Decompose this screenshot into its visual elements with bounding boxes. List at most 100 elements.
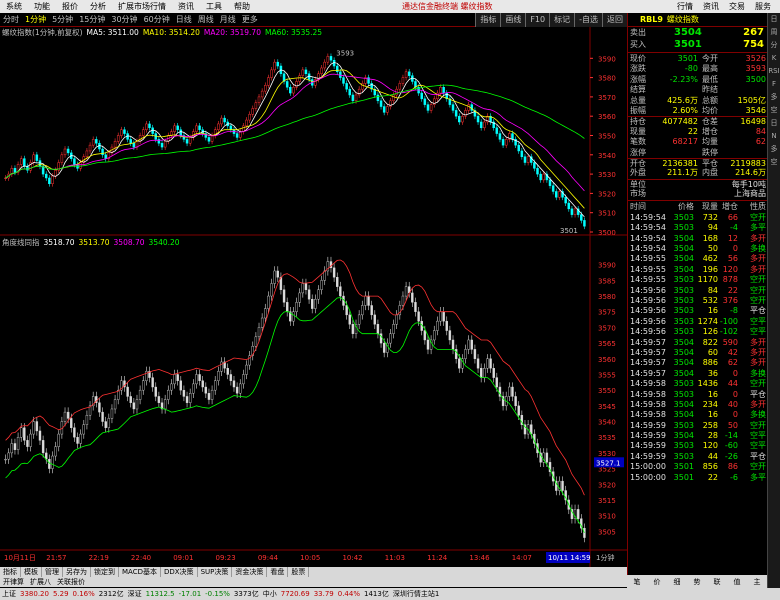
menu-item[interactable]: 报价 (56, 1, 84, 12)
right-tool-button[interactable]: 空 (768, 156, 780, 169)
indicator-tab[interactable]: DDX决策 (161, 567, 198, 577)
sub-bar (138, 389, 142, 400)
indicator-ma20: MA20: 3519.70 (204, 28, 261, 37)
tick-cell: 14:59:54 (630, 212, 666, 222)
tick-cell: 多开 (750, 337, 766, 347)
menu-item[interactable]: 工具 (200, 1, 228, 12)
sub-bar (54, 446, 57, 457)
tool-button[interactable]: 标记 (549, 13, 575, 27)
sub-bar (332, 267, 336, 278)
right-tool-button[interactable]: 日 (768, 117, 780, 130)
indicator-tab[interactable]: MACD基本 (119, 567, 161, 577)
period-button[interactable]: 月线 (217, 14, 239, 25)
right-tool-button[interactable]: 空 (768, 104, 780, 117)
indicator-tab[interactable]: 模板 (21, 567, 42, 577)
menu-item[interactable]: 系统 (0, 1, 28, 12)
sub-bar (442, 311, 445, 322)
period-button[interactable]: 60分钟 (141, 14, 173, 25)
kline-chart[interactable]: 螺纹指数(1分钟,前复权) MA5: 3511.00 MA10: 3514.20 MA… (0, 27, 627, 567)
candle (517, 144, 520, 152)
right-tool-button[interactable]: K (768, 52, 780, 65)
quote-tab[interactable]: 势 (694, 577, 701, 587)
candle (458, 115, 461, 123)
right-tool-button[interactable]: 日 (768, 13, 780, 26)
sub-bar (464, 349, 467, 359)
tick-cell: 462 (702, 254, 718, 264)
quote-tab[interactable]: 值 (734, 577, 741, 587)
tool-button[interactable]: F10 (525, 13, 550, 27)
menu-item[interactable]: 帮助 (228, 1, 256, 12)
menu-right-item[interactable]: 交易 (724, 0, 750, 13)
right-tool-button[interactable]: 多 (768, 91, 780, 104)
indicator-tab[interactable]: 股票 (288, 567, 310, 577)
indicator-tab[interactable]: 锁定到 (91, 567, 119, 577)
period-button[interactable]: 15分钟 (76, 14, 108, 25)
quote-tab[interactable]: 笔 (634, 577, 641, 587)
menu-item[interactable]: 扩展市场行情 (112, 1, 172, 12)
tick-row: 14:59:57 3504 60 42 多开 (628, 348, 767, 358)
period-button[interactable]: 日线 (173, 14, 195, 25)
tool-button[interactable]: 画线 (500, 13, 526, 27)
right-tool-button[interactable]: 分 (768, 39, 780, 52)
menu-item[interactable]: 分析 (84, 1, 112, 12)
menu-bar: 系统 功能 报价 分析 扩展市场行情 资讯 工具 帮助 通达信金融终端 螺纹指数 行情 资讯 交易 服务 (0, 0, 780, 13)
period-button[interactable]: 周线 (195, 14, 217, 25)
indicator-tab[interactable]: 指标 (0, 567, 21, 577)
period-button[interactable]: 分时 (0, 14, 22, 25)
right-tool-button[interactable]: RSI (768, 65, 780, 78)
tick-cell: 62 (727, 358, 738, 368)
sub-bar (176, 374, 179, 381)
indicator-tab[interactable]: SUP决策 (198, 567, 233, 577)
status-item: 上证 (2, 590, 16, 598)
period-button[interactable]: 更多 (239, 14, 261, 25)
quote-label: 结算 (630, 85, 646, 95)
ticks-header-cell: 性质 (750, 202, 766, 212)
period-button[interactable]: 5分钟 (49, 14, 76, 25)
extra-tab[interactable]: 扩展八 (27, 577, 54, 587)
right-tool-button[interactable]: 周 (768, 26, 780, 39)
ticks-header-cell: 现量 (702, 202, 718, 212)
tick-cell: 空平 (750, 316, 766, 326)
right-tool-button[interactable]: N (768, 130, 780, 143)
candle (451, 104, 455, 111)
extra-tab[interactable]: 开律算 (0, 577, 27, 587)
right-tool-button[interactable]: F (768, 78, 780, 91)
tool-button[interactable]: 返回 (602, 13, 627, 27)
quote-label: 今开 (702, 54, 718, 63)
sub-bar (29, 433, 32, 447)
quote-tab[interactable]: 主 (754, 577, 761, 587)
tool-button[interactable]: 指标 (475, 13, 501, 27)
quote-tab[interactable]: 价 (654, 577, 661, 587)
sub-bar (229, 374, 233, 381)
candle (539, 173, 542, 181)
menu-item[interactable]: 资讯 (172, 1, 200, 12)
sub-bar (235, 386, 239, 394)
indicator-tab[interactable]: 资金决策 (232, 567, 268, 577)
tick-cell: 3503 (673, 327, 694, 337)
menu-item[interactable]: 功能 (28, 1, 56, 12)
tick-cell: 50 (707, 244, 718, 254)
indicator-tab[interactable]: 另存为 (63, 567, 91, 577)
menu-right-item[interactable]: 行情 (672, 0, 698, 13)
quote-panel-tabs: 笔价细势联值主 (627, 575, 767, 588)
tick-row: 14:59:57 3504 36 0 多换 (628, 369, 767, 379)
extra-tab[interactable]: 关联报价 (54, 577, 88, 587)
period-button[interactable]: 30分钟 (108, 14, 140, 25)
right-tool-button[interactable]: 多 (768, 143, 780, 156)
sub-bar (295, 302, 298, 312)
menu-right-item[interactable]: 服务 (750, 0, 776, 13)
tick-cell: 多换 (750, 368, 766, 378)
tick-cell: 3503 (673, 212, 694, 222)
indicator-tab[interactable]: 看盘 (267, 567, 289, 577)
tick-cell: 1436 (697, 379, 718, 389)
indicator-tab[interactable]: 管理 (42, 567, 63, 577)
quote-tab[interactable]: 联 (714, 577, 721, 587)
period-button[interactable]: 1分钟 (22, 14, 49, 25)
candle (51, 175, 54, 184)
quote-tab[interactable]: 细 (674, 577, 681, 587)
y-tick-label: 3520 (598, 190, 616, 198)
sub-value: 3518.70 (44, 238, 75, 247)
tick-cell: 3503 (673, 389, 694, 399)
menu-right-item[interactable]: 资讯 (698, 0, 724, 13)
tool-button[interactable]: -自选 (574, 13, 602, 27)
